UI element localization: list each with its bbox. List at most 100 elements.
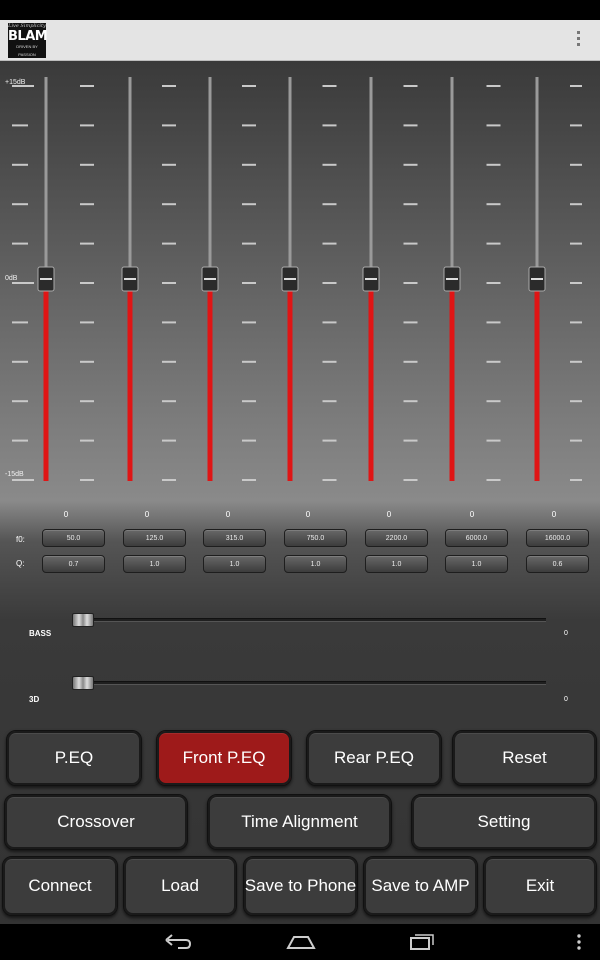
- fader-tick: [80, 400, 94, 403]
- db-label-top: +15dB: [5, 79, 26, 86]
- db-label-bottom: -15dB: [5, 471, 24, 478]
- fader-handle-grip[interactable]: [124, 278, 136, 280]
- fader-tick: [80, 85, 94, 87]
- fader-tick: [162, 321, 176, 324]
- fader-tick: [322, 85, 337, 87]
- exit-button[interactable]: Exit: [483, 856, 597, 916]
- fader-tick: [242, 321, 256, 324]
- fader-tick: [162, 400, 176, 403]
- gain-value: 0: [305, 510, 311, 519]
- overflow-menu-icon[interactable]: [574, 31, 582, 51]
- fader-tick: [570, 203, 582, 206]
- f0-field[interactable]: 2200.0: [365, 529, 428, 547]
- fader-tick: [486, 400, 501, 403]
- fader-tick: [322, 479, 337, 481]
- gain-values-row: 0 0 0 0 0 0 0: [0, 505, 600, 527]
- 3d-label: 3D: [29, 695, 40, 704]
- gain-value: 0: [63, 510, 69, 519]
- fader-tick: [242, 203, 256, 206]
- fader-level-bar: [534, 279, 540, 481]
- gain-value: 0: [225, 510, 231, 519]
- f0-field[interactable]: 315.0: [203, 529, 266, 547]
- fader-tick: [242, 282, 256, 284]
- 3d-slider-thumb[interactable]: [72, 676, 94, 690]
- q-field[interactable]: 1.0: [284, 555, 347, 573]
- front-peq-button[interactable]: Front P.EQ: [156, 730, 292, 786]
- fader-tick: [80, 321, 94, 324]
- time-alignment-button[interactable]: Time Alignment: [207, 794, 392, 850]
- gain-value: 0: [386, 510, 392, 519]
- fader-tick: [486, 439, 501, 442]
- fader-tick: [12, 439, 28, 442]
- save-to-amp-button[interactable]: Save to AMP: [363, 856, 478, 916]
- load-button[interactable]: Load: [123, 856, 237, 916]
- fader-tick: [242, 124, 256, 127]
- fader-tick: [12, 163, 28, 166]
- fader-tick: [162, 124, 176, 127]
- fader-tick: [486, 479, 501, 481]
- rear-peq-button[interactable]: Rear P.EQ: [306, 730, 442, 786]
- fader-tick: [80, 439, 94, 442]
- status-bar: [0, 0, 600, 20]
- 3d-slider[interactable]: [72, 681, 546, 685]
- save-to-phone-button[interactable]: Save to Phone: [243, 856, 358, 916]
- fader-tick: [242, 400, 256, 403]
- fader-tick: [486, 85, 501, 87]
- fader-tick: [486, 163, 501, 166]
- fader-tick: [162, 282, 176, 284]
- fader-handle-grip[interactable]: [40, 278, 52, 280]
- reset-button[interactable]: Reset: [452, 730, 597, 786]
- fader-handle-grip[interactable]: [204, 278, 216, 280]
- fader-tick: [162, 479, 176, 481]
- fader-tick: [12, 124, 28, 127]
- fader-tick: [486, 321, 501, 324]
- q-field[interactable]: 1.0: [445, 555, 508, 573]
- fader-handle-grip[interactable]: [284, 278, 296, 280]
- fader-tick: [570, 360, 582, 363]
- bass-slider[interactable]: [72, 618, 546, 622]
- bass-slider-thumb[interactable]: [72, 613, 94, 627]
- fader-tick: [162, 242, 176, 245]
- fader-tick: [80, 282, 94, 284]
- f0-field[interactable]: 50.0: [42, 529, 105, 547]
- crossover-button[interactable]: Crossover: [4, 794, 188, 850]
- f0-field[interactable]: 16000.0: [526, 529, 589, 547]
- fader-level-bar: [287, 279, 293, 481]
- q-field[interactable]: 1.0: [365, 555, 428, 573]
- fader-handle-grip[interactable]: [446, 278, 458, 280]
- f0-label: f0:: [16, 535, 25, 544]
- recents-icon[interactable]: [408, 932, 436, 952]
- setting-button[interactable]: Setting: [411, 794, 597, 850]
- fader-tick: [403, 163, 418, 166]
- menu-icon[interactable]: [575, 932, 583, 952]
- fader-tick: [403, 360, 418, 363]
- fader-tick: [322, 163, 337, 166]
- q-field[interactable]: 1.0: [123, 555, 186, 573]
- home-icon[interactable]: [286, 932, 316, 952]
- fader-level-bar: [127, 279, 133, 481]
- fader-tick: [12, 360, 28, 363]
- fader-level-bar: [449, 279, 455, 481]
- fader-tick: [80, 242, 94, 245]
- connect-button[interactable]: Connect: [2, 856, 118, 916]
- fader-tick: [242, 85, 256, 87]
- q-field[interactable]: 0.6: [526, 555, 589, 573]
- bass-label: BASS: [29, 629, 52, 638]
- q-field[interactable]: 0.7: [42, 555, 105, 573]
- gain-value: 0: [551, 510, 557, 519]
- f0-field[interactable]: 125.0: [123, 529, 186, 547]
- fader-tick: [403, 282, 418, 284]
- app-content: +15dB 0dB -15dB 0 0 0 0 0 0 0 f0: Q: 50.…: [0, 61, 600, 924]
- f0-field[interactable]: 6000.0: [445, 529, 508, 547]
- brand-logo: Live Simplicity BLAM DRIVEN BY PASSION: [8, 23, 48, 58]
- fader-handle-grip[interactable]: [365, 278, 377, 280]
- fader-tick: [80, 124, 94, 127]
- fader-tick: [322, 321, 337, 324]
- fader-tick: [80, 163, 94, 166]
- q-field[interactable]: 1.0: [203, 555, 266, 573]
- fader-handle-grip[interactable]: [531, 278, 543, 280]
- peq-button[interactable]: P.EQ: [6, 730, 142, 786]
- f0-field[interactable]: 750.0: [284, 529, 347, 547]
- back-icon[interactable]: [164, 932, 192, 952]
- fader-tick: [570, 163, 582, 166]
